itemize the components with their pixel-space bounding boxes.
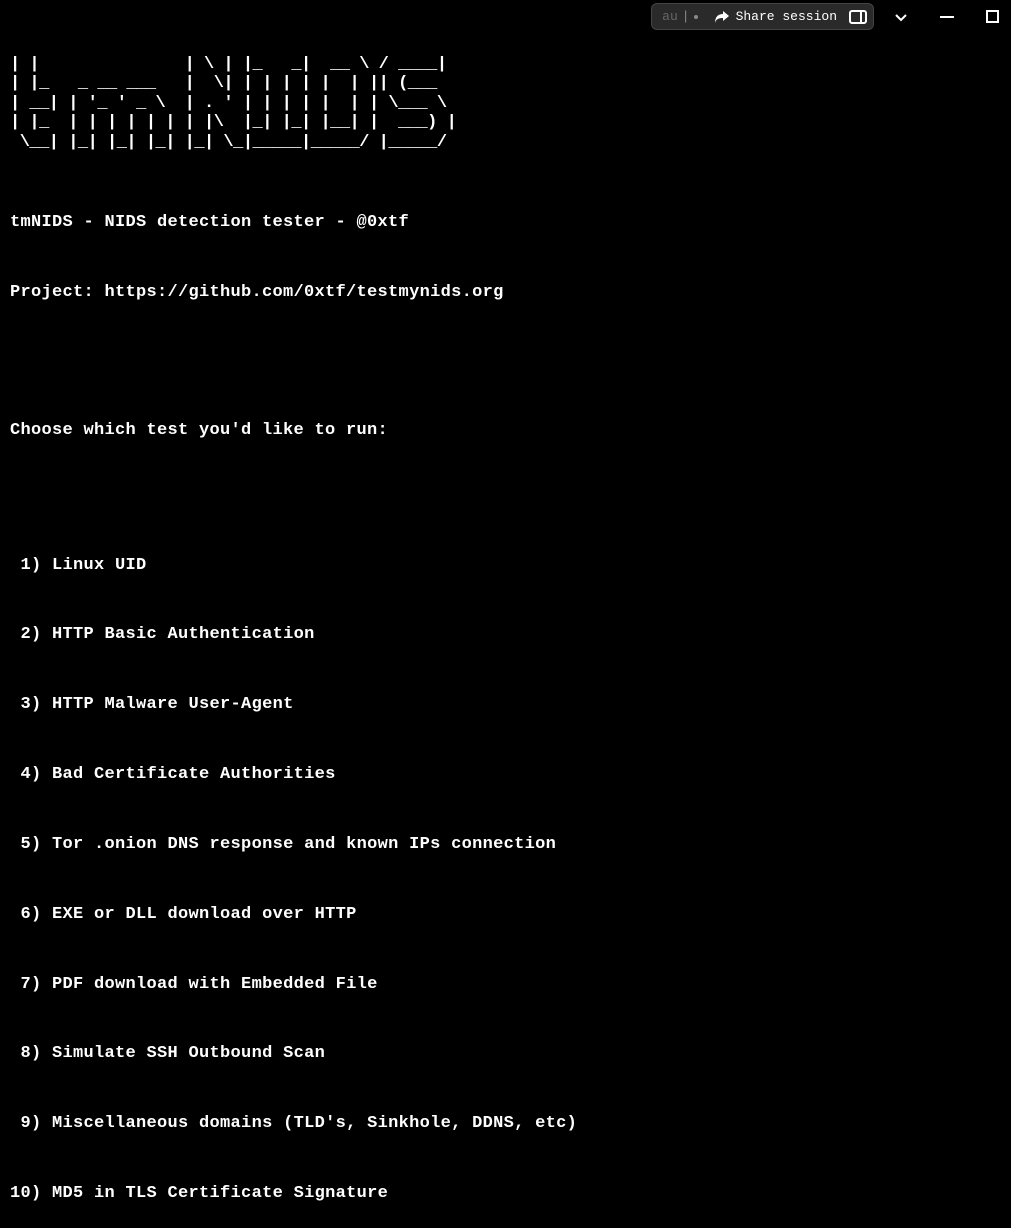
project-line: Project: https://github.com/0xtf/testmyn… bbox=[10, 281, 1001, 304]
window-toolbar: au | Share session bbox=[651, 3, 999, 30]
menu-item-1: 1) Linux UID bbox=[10, 554, 1001, 577]
terminal-output[interactable]: | | | \ | |_ _| __ \ / ____| | |_ _ __ _… bbox=[0, 0, 1011, 1228]
menu-item-8: 8) Simulate SSH Outbound Scan bbox=[10, 1042, 1001, 1065]
menu-item-4: 4) Bad Certificate Authorities bbox=[10, 763, 1001, 786]
dot-icon bbox=[694, 15, 698, 19]
share-label: Share session bbox=[736, 9, 837, 24]
prompt-intro: Choose which test you'd like to run: bbox=[10, 419, 1001, 442]
menu-item-5: 5) Tor .onion DNS response and known IPs… bbox=[10, 833, 1001, 856]
search-placeholder: au bbox=[662, 9, 678, 24]
title-line: tmNIDS - NIDS detection tester - @0xtf bbox=[10, 211, 1001, 234]
share-session-group: au | Share session bbox=[651, 3, 874, 30]
search-area[interactable]: au | bbox=[658, 9, 701, 24]
menu-item-6: 6) EXE or DLL download over HTTP bbox=[10, 903, 1001, 926]
share-session-button[interactable]: Share session bbox=[710, 7, 841, 26]
chevron-down-icon[interactable] bbox=[894, 10, 908, 24]
menu-item-2: 2) HTTP Basic Authentication bbox=[10, 623, 1001, 646]
menu-list: 1) Linux UID 2) HTTP Basic Authenticatio… bbox=[10, 507, 1001, 1228]
minimize-button[interactable] bbox=[940, 16, 954, 18]
ascii-art-banner: | | | \ | |_ _| __ \ / ____| | |_ _ __ _… bbox=[10, 55, 1001, 153]
panel-toggle-icon[interactable] bbox=[849, 10, 867, 24]
menu-item-3: 3) HTTP Malware User-Agent bbox=[10, 693, 1001, 716]
menu-item-10: 10) MD5 in TLS Certificate Signature bbox=[10, 1182, 1001, 1205]
menu-item-9: 9) Miscellaneous domains (TLD's, Sinkhol… bbox=[10, 1112, 1001, 1135]
menu-item-7: 7) PDF download with Embedded File bbox=[10, 973, 1001, 996]
share-arrow-icon bbox=[714, 10, 730, 24]
window-controls bbox=[894, 10, 999, 24]
maximize-button[interactable] bbox=[986, 10, 999, 23]
